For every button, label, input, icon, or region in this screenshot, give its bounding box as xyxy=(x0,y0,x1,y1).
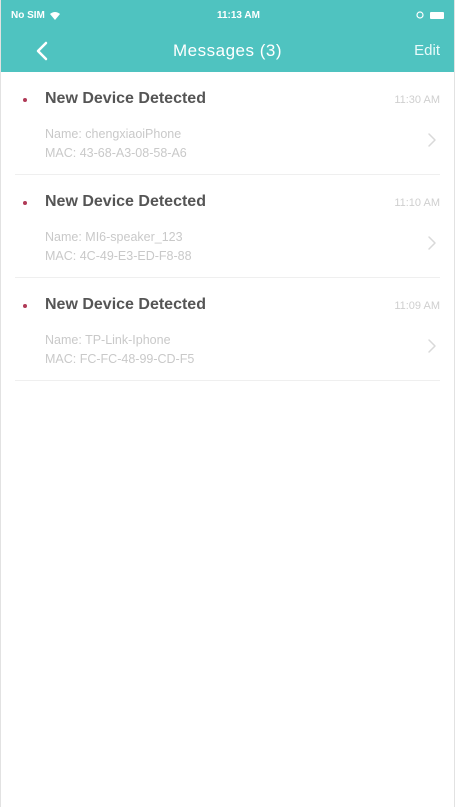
unread-dot-icon xyxy=(23,98,27,102)
chevron-right-icon xyxy=(428,133,436,147)
message-title: New Device Detected xyxy=(45,90,206,107)
device-mac: MAC: FC-FC-48-99-CD-F5 xyxy=(45,352,195,366)
unread-dot-icon xyxy=(23,201,27,205)
device-name: Name: TP-Link-Iphone xyxy=(45,333,171,347)
chevron-left-icon xyxy=(36,41,48,61)
status-left: No SIM xyxy=(11,10,61,21)
message-item[interactable]: New Device Detected 11:09 AM Name: TP-Li… xyxy=(15,278,440,381)
carrier-label: No SIM xyxy=(11,9,45,21)
unread-dot-icon xyxy=(23,304,27,308)
message-title: New Device Detected xyxy=(45,193,206,210)
wifi-icon xyxy=(49,11,60,20)
message-time: 11:09 AM xyxy=(394,300,440,312)
app-header: No SIM 11:13 AM Messages (3) Edit xyxy=(1,0,454,72)
chevron-right-icon xyxy=(428,236,436,250)
message-list: New Device Detected 11:30 AM Name: cheng… xyxy=(1,72,454,381)
battery-icon xyxy=(430,11,444,19)
message-time: 11:10 AM xyxy=(394,197,440,209)
message-time: 11:30 AM xyxy=(394,94,440,106)
message-title: New Device Detected xyxy=(45,296,206,313)
device-name: Name: MI6-speaker_123 xyxy=(45,230,183,244)
chevron-right-icon xyxy=(428,339,436,353)
status-time: 11:13 AM xyxy=(216,9,260,21)
status-bar: No SIM 11:13 AM xyxy=(1,0,454,30)
device-name: Name: chengxiaoiPhone xyxy=(45,127,182,141)
device-mac: MAC: 4C-49-E3-ED-F8-88 xyxy=(45,249,192,263)
back-button[interactable] xyxy=(27,36,57,66)
message-item[interactable]: New Device Detected 11:30 AM Name: cheng… xyxy=(15,72,440,175)
location-icon xyxy=(416,11,424,19)
nav-bar: Messages (3) Edit xyxy=(1,30,454,72)
page-title: Messages (3) xyxy=(173,41,282,60)
message-item[interactable]: New Device Detected 11:10 AM Name: MI6-s… xyxy=(15,175,440,278)
device-mac: MAC: 43-68-A3-08-58-A6 xyxy=(45,146,187,160)
status-right xyxy=(416,11,444,19)
edit-button[interactable]: Edit xyxy=(414,42,440,59)
